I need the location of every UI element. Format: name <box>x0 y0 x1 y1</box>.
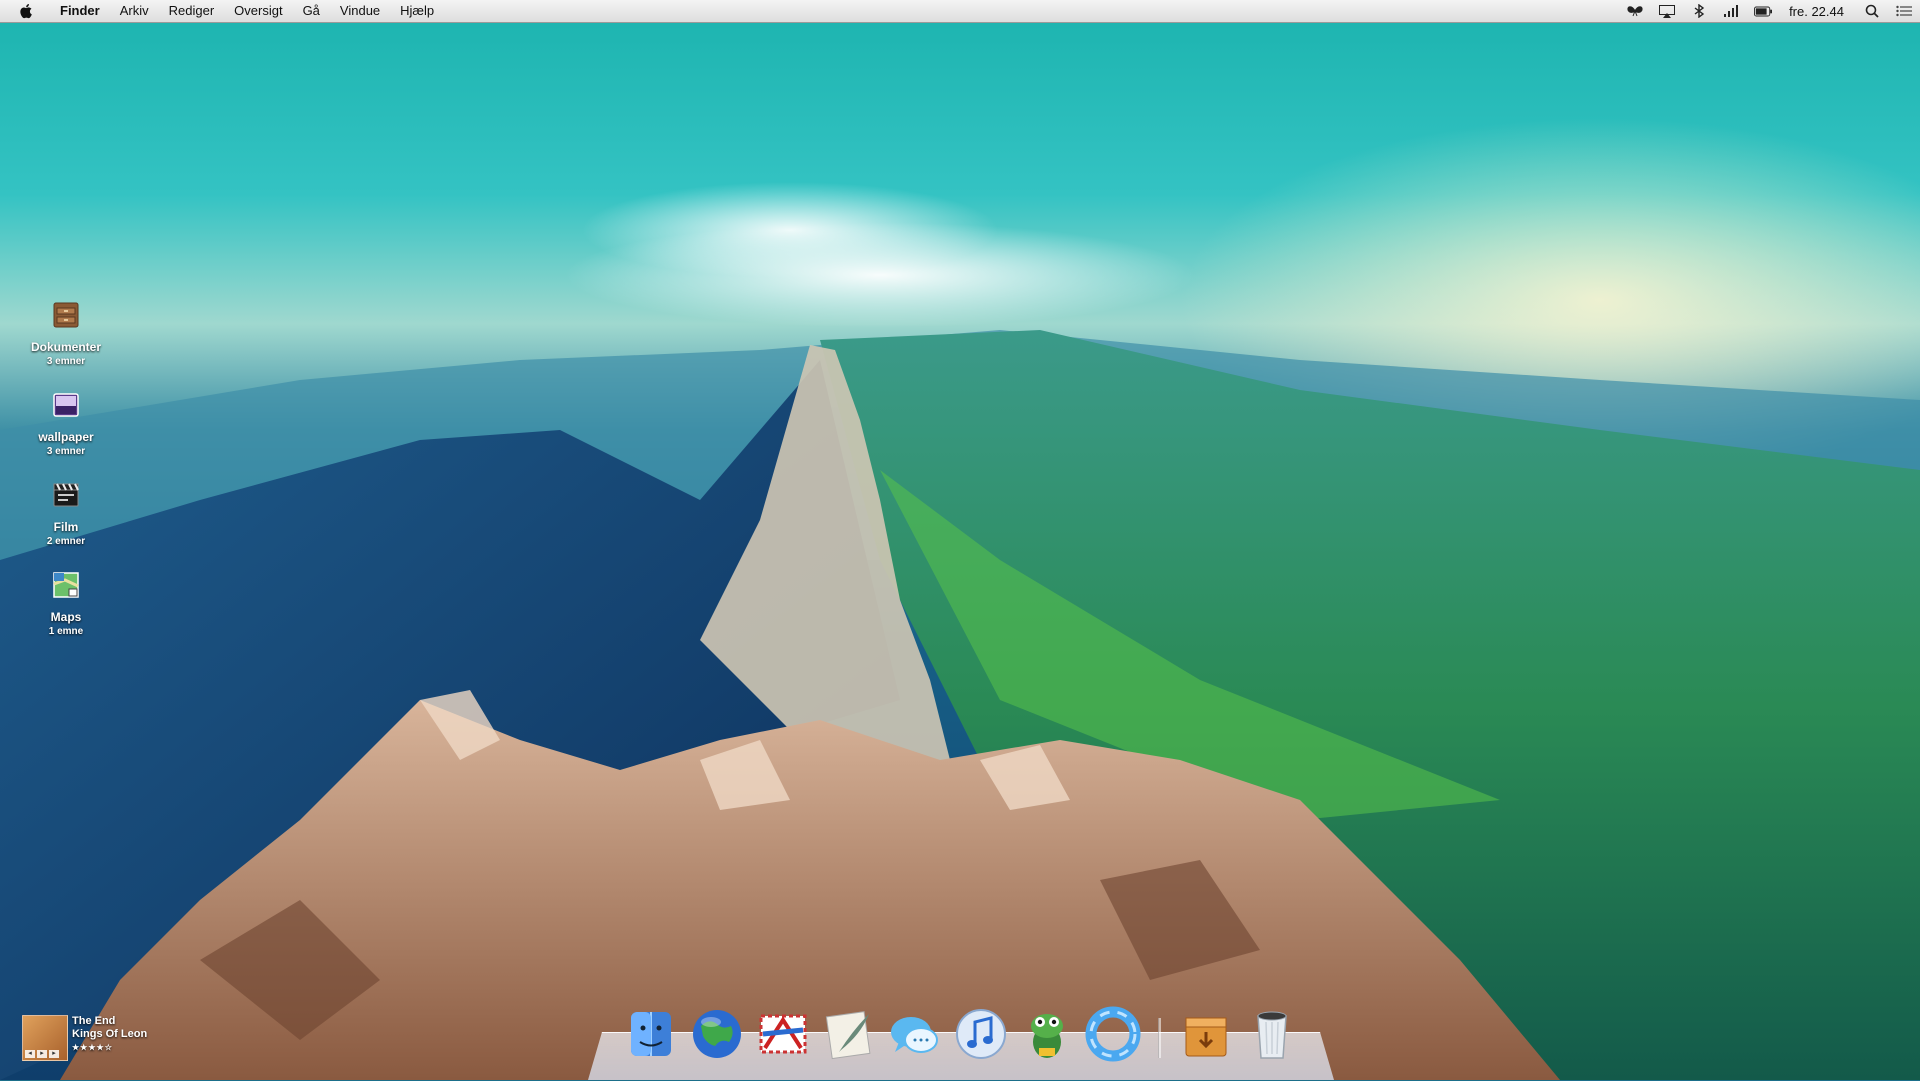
desktop-item-maps[interactable]: Maps 1 emne <box>16 570 116 638</box>
track-rating[interactable]: ★★★★☆ <box>72 1041 147 1054</box>
desktop-item-name: Maps <box>50 610 82 624</box>
quill-writer-icon <box>825 1011 871 1060</box>
menu-arkiv[interactable]: Arkiv <box>110 0 159 22</box>
menu-rediger[interactable]: Rediger <box>159 0 225 22</box>
desktop-item-name: Dokumenter <box>30 340 101 354</box>
signal-bars-icon[interactable] <box>1722 4 1740 18</box>
menubar-clock[interactable]: fre. 22.44 <box>1789 4 1844 19</box>
dock-adium[interactable] <box>1017 1004 1077 1064</box>
desktop-item-name: wallpaper <box>38 430 94 444</box>
dock-messages[interactable] <box>885 1004 945 1064</box>
globe-browser-icon <box>693 1010 741 1058</box>
airplay-icon[interactable] <box>1658 4 1676 18</box>
desktop-item-film[interactable]: Film 2 emner <box>16 480 116 548</box>
spotlight-icon[interactable] <box>1863 4 1881 18</box>
desktop-item-count: 3 emner <box>46 446 86 457</box>
track-info: The End Kings Of Leon ★★★★☆ <box>72 1015 147 1054</box>
desktop-item-count: 1 emne <box>48 626 84 637</box>
butterfly-icon[interactable] <box>1626 4 1644 18</box>
menu-app-finder[interactable]: Finder <box>52 0 110 22</box>
dock-browser[interactable] <box>687 1004 747 1064</box>
playback-controls: ◂ ▸ ▸ <box>25 1050 59 1058</box>
drawer-folder-icon <box>53 302 79 328</box>
finder-icon <box>631 1012 671 1056</box>
desktop-item-wallpaper[interactable]: wallpaper 3 emner <box>16 390 116 458</box>
bluetooth-icon[interactable] <box>1690 4 1708 18</box>
dock-finder[interactable] <box>621 1004 681 1064</box>
desktop-item-name: Film <box>53 520 79 534</box>
track-title: The End <box>72 1015 116 1027</box>
dock-itunes[interactable] <box>951 1004 1011 1064</box>
map-icon <box>53 572 79 598</box>
menu-hjaelp[interactable]: Hjælp <box>390 0 444 22</box>
dock <box>618 998 1305 1064</box>
dock-writer[interactable] <box>819 1004 879 1064</box>
desktop-item-count: 2 emner <box>46 536 86 547</box>
apple-menu-icon[interactable] <box>18 3 36 19</box>
menu-oversigt[interactable]: Oversigt <box>224 0 292 22</box>
adium-frog-icon <box>1031 1014 1063 1058</box>
desktop-wallpaper <box>0 0 1920 1080</box>
film-clapper-icon <box>53 483 79 507</box>
menu-vindue[interactable]: Vindue <box>330 0 390 22</box>
track-artist: Kings Of Leon <box>72 1028 148 1040</box>
dock-trash[interactable] <box>1242 1004 1302 1064</box>
messages-icon <box>891 1017 938 1053</box>
notification-list-icon[interactable] <box>1895 4 1913 18</box>
dock-ring-app[interactable] <box>1083 1004 1143 1064</box>
mail-stamp-icon <box>759 1014 807 1054</box>
dock-downloads-stack[interactable] <box>1176 1004 1236 1064</box>
album-art[interactable]: ◂ ▸ ▸ <box>22 1015 68 1061</box>
desktop-item-dokumenter[interactable]: Dokumenter 3 emner <box>16 300 116 368</box>
dock-separator <box>1158 1018 1161 1058</box>
dock-mail[interactable] <box>753 1004 813 1064</box>
image-folder-icon <box>53 393 79 417</box>
previous-track-icon[interactable]: ◂ <box>25 1050 35 1058</box>
mountain-landscape <box>0 330 1920 1080</box>
blue-ring-icon <box>1085 1006 1141 1062</box>
downloads-box-icon <box>1185 1017 1227 1057</box>
now-playing-widget[interactable]: ◂ ▸ ▸ The End Kings Of Leon ★★★★☆ <box>22 1015 147 1061</box>
menu-bar: Finder Arkiv Rediger Oversigt Gå Vindue … <box>0 0 1920 23</box>
play-icon[interactable]: ▸ <box>37 1050 47 1058</box>
desktop-item-count: 3 emner <box>46 356 86 367</box>
menubar-status-area: fre. 22.44 <box>1619 0 1920 22</box>
menu-ga[interactable]: Gå <box>293 0 330 22</box>
trash-icon <box>1257 1011 1287 1059</box>
itunes-icon <box>956 1009 1006 1059</box>
battery-icon[interactable] <box>1754 4 1773 18</box>
next-track-icon[interactable]: ▸ <box>49 1050 59 1058</box>
